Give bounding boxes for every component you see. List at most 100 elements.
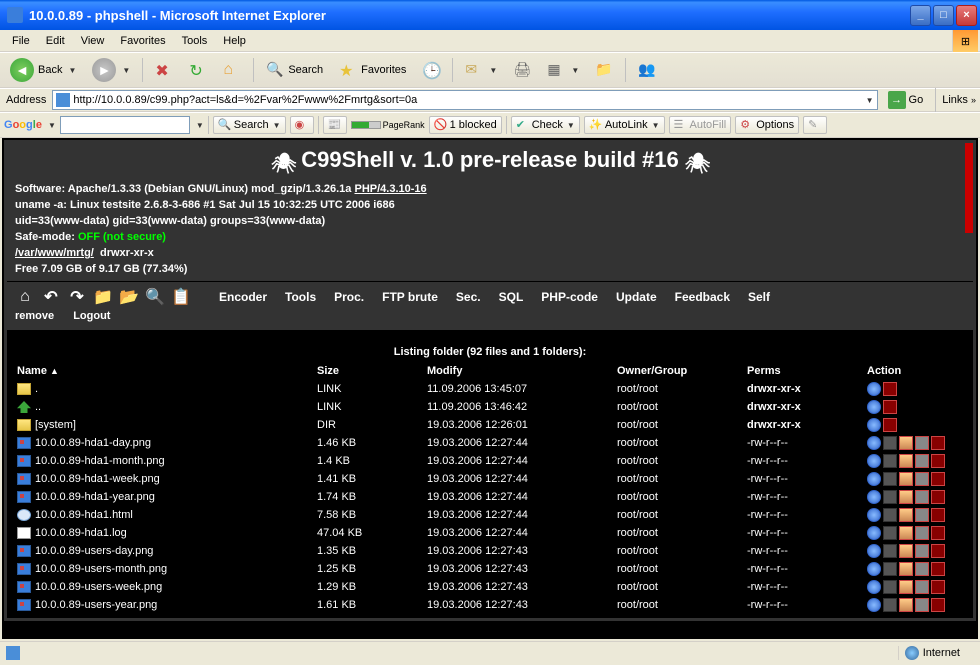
floppy-icon[interactable] — [883, 490, 897, 504]
col-modify[interactable]: Modify — [421, 362, 611, 380]
edit-icon[interactable] — [899, 598, 913, 612]
options-button[interactable]: ⚙Options — [735, 116, 799, 134]
info-icon[interactable] — [867, 580, 881, 594]
printer-icon[interactable] — [915, 472, 929, 486]
menu-edit[interactable]: Edit — [38, 33, 73, 49]
menu-self[interactable]: Self — [748, 290, 770, 304]
printer-icon[interactable] — [915, 544, 929, 558]
menu-sec[interactable]: Sec. — [456, 290, 481, 304]
edit-icon[interactable] — [899, 526, 913, 540]
menu-file[interactable]: File — [4, 33, 38, 49]
menu-ftp[interactable]: FTP brute — [382, 290, 438, 304]
info-icon[interactable] — [867, 436, 881, 450]
autofill-button[interactable]: ☰AutoFill — [669, 116, 732, 134]
printer-icon[interactable] — [915, 580, 929, 594]
check-button[interactable]: ✔Check▼ — [511, 116, 580, 134]
info-icon[interactable] — [867, 400, 881, 414]
printer-icon[interactable] — [915, 508, 929, 522]
php-link[interactable]: PHP/4.3.10-16 — [354, 183, 426, 195]
floppy-icon[interactable] — [883, 526, 897, 540]
favorites-button[interactable]: ★Favorites — [333, 58, 412, 82]
google-search-button[interactable]: 🔍Search▼ — [213, 116, 286, 134]
table-row[interactable]: 10.0.0.89-hda1-week.png 1.41 KB 19.03.20… — [11, 470, 969, 488]
info-icon[interactable] — [867, 508, 881, 522]
home-icon[interactable]: ⌂ — [15, 288, 35, 306]
back-button[interactable]: ◄ Back ▼ — [4, 55, 82, 85]
logout-link[interactable]: Logout — [73, 310, 110, 322]
google-search-input[interactable] — [60, 116, 190, 134]
menu-update[interactable]: Update — [616, 290, 657, 304]
menu-proc[interactable]: Proc. — [334, 290, 364, 304]
blank-icon[interactable] — [931, 490, 945, 504]
table-row[interactable]: 10.0.0.89-hda1-year.png 1.74 KB 19.03.20… — [11, 488, 969, 506]
table-row[interactable]: . LINK 11.09.2006 13:45:07 root/root drw… — [11, 380, 969, 398]
home-button[interactable]: ⌂ — [217, 58, 247, 82]
blank-icon[interactable] — [931, 580, 945, 594]
menu-sql[interactable]: SQL — [499, 290, 524, 304]
floppy-icon[interactable] — [883, 562, 897, 576]
edit-icon[interactable] — [899, 436, 913, 450]
table-row[interactable]: .. LINK 11.09.2006 13:46:42 root/root dr… — [11, 398, 969, 416]
forward-button[interactable]: ► ▼ — [86, 55, 136, 85]
col-action[interactable]: Action — [861, 362, 969, 380]
links-button[interactable]: Links » — [942, 94, 976, 106]
close-button[interactable]: × — [956, 5, 977, 26]
path-link[interactable]: /var/www/mrtg/ — [15, 247, 94, 259]
refresh-icon[interactable]: 📂 — [119, 288, 139, 306]
menu-favorites[interactable]: Favorites — [112, 33, 173, 49]
menu-tools[interactable]: Tools — [285, 290, 316, 304]
menu-encoder[interactable]: Encoder — [219, 290, 267, 304]
col-owner[interactable]: Owner/Group — [611, 362, 741, 380]
back-icon[interactable]: ↶ — [41, 288, 61, 306]
edit-icon[interactable] — [899, 562, 913, 576]
go-button[interactable]: → Go — [882, 91, 930, 109]
floppy-icon[interactable] — [883, 544, 897, 558]
blank-icon[interactable] — [931, 508, 945, 522]
pagerank-indicator[interactable]: PageRank — [351, 120, 425, 130]
table-row[interactable]: 10.0.0.89-users-year.png 1.61 KB 19.03.2… — [11, 596, 969, 614]
info-icon[interactable] — [867, 598, 881, 612]
edit-icon[interactable] — [899, 454, 913, 468]
menu-tools[interactable]: Tools — [174, 33, 216, 49]
table-row[interactable]: 10.0.0.89-users-week.png 1.29 KB 19.03.2… — [11, 578, 969, 596]
printer-icon[interactable] — [915, 598, 929, 612]
google-logo[interactable]: Google — [4, 119, 42, 131]
table-row[interactable]: 10.0.0.89-hda1-day.png 1.46 KB 19.03.200… — [11, 434, 969, 452]
blank-icon[interactable] — [883, 400, 897, 414]
menu-php[interactable]: PHP-code — [541, 290, 598, 304]
menu-view[interactable]: View — [73, 33, 113, 49]
blank-icon[interactable] — [883, 382, 897, 396]
col-name[interactable]: Name ▲ — [11, 362, 311, 380]
search-icon[interactable]: 🔍 — [145, 288, 165, 306]
col-perms[interactable]: Perms — [741, 362, 861, 380]
history-button[interactable]: 🕒 — [416, 58, 446, 82]
blank-icon[interactable] — [931, 472, 945, 486]
blank-icon[interactable] — [931, 436, 945, 450]
info-icon[interactable] — [867, 562, 881, 576]
buffer-icon[interactable]: 📋 — [171, 288, 191, 306]
printer-icon[interactable] — [915, 562, 929, 576]
up-icon[interactable]: 📁 — [93, 288, 113, 306]
info-icon[interactable] — [867, 472, 881, 486]
print-button[interactable]: 🖨 — [507, 58, 537, 82]
table-row[interactable]: 10.0.0.89-users-month.png 1.25 KB 19.03.… — [11, 560, 969, 578]
discuss-button[interactable]: 📁 — [589, 58, 619, 82]
floppy-icon[interactable] — [883, 508, 897, 522]
address-input[interactable]: http://10.0.0.89/c99.php?act=ls&d=%2Fvar… — [52, 90, 877, 110]
blank-icon[interactable] — [931, 598, 945, 612]
blank-icon[interactable] — [931, 562, 945, 576]
edit-icon[interactable] — [899, 580, 913, 594]
refresh-button[interactable]: ↻ — [183, 58, 213, 82]
remove-link[interactable]: remove — [15, 310, 54, 322]
mail-button[interactable]: ✉▼ — [459, 58, 503, 82]
table-row[interactable]: [system] DIR 19.03.2006 12:26:01 root/ro… — [11, 416, 969, 434]
search-button[interactable]: 🔍Search — [260, 58, 329, 82]
menu-feedback[interactable]: Feedback — [675, 290, 730, 304]
blank-icon[interactable] — [931, 454, 945, 468]
news-button[interactable]: 📰 — [323, 116, 347, 134]
blank-icon[interactable] — [931, 544, 945, 558]
info-icon[interactable] — [867, 418, 881, 432]
highlight-button[interactable]: ✎ — [803, 116, 827, 134]
maximize-button[interactable]: □ — [933, 5, 954, 26]
table-row[interactable]: 10.0.0.89-hda1.html 7.58 KB 19.03.2006 1… — [11, 506, 969, 524]
